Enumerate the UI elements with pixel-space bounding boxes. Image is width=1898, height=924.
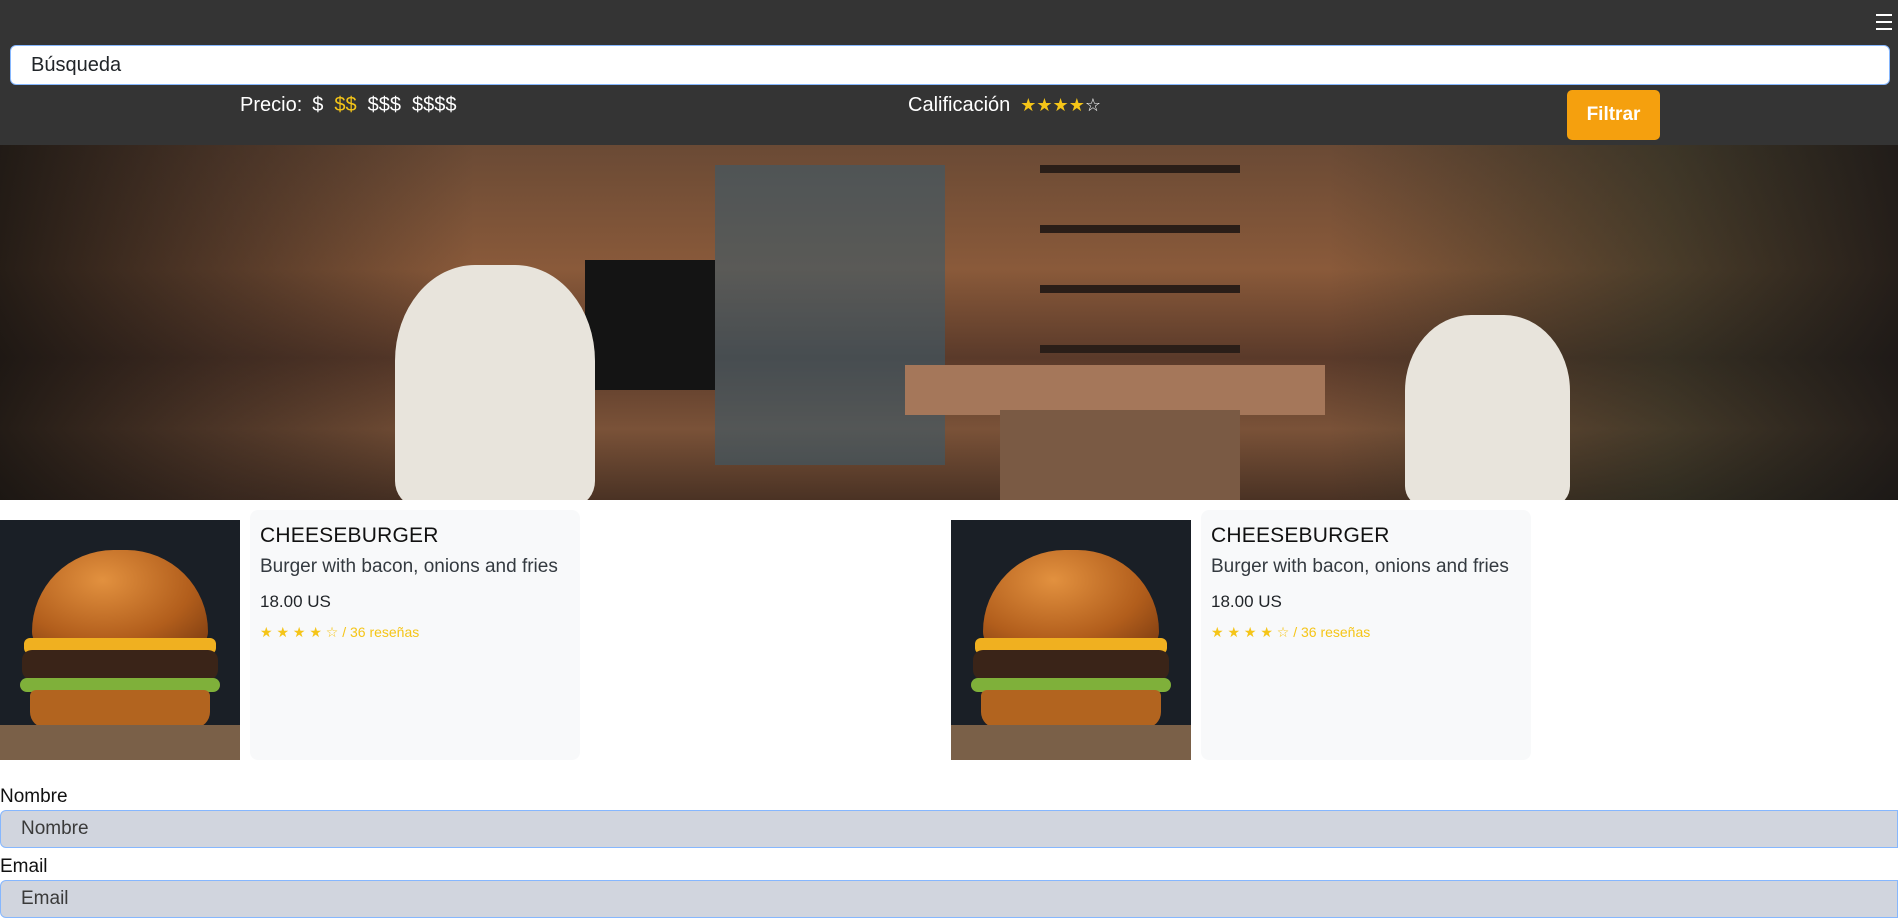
hero-banner-image — [0, 145, 1898, 500]
star-icon-3[interactable]: ★ — [1053, 95, 1069, 116]
product-title: CHEESEBURGER — [1211, 524, 1390, 547]
star-icon-4[interactable]: ★ — [1069, 95, 1085, 116]
email-label: Email — [0, 856, 48, 877]
price-label: Precio: — [240, 94, 303, 116]
email-field[interactable] — [0, 880, 1898, 918]
product-card[interactable]: CHEESEBURGER Burger with bacon, onions a… — [951, 510, 1531, 760]
price-filter: Precio: $ $$ $$$ $$$$ — [240, 94, 468, 117]
price-option-4[interactable]: $$$$ — [412, 94, 457, 117]
product-rating: ★ ★ ★ ★ ☆ / 36 reseñas — [260, 624, 420, 640]
price-option-1[interactable]: $ — [312, 94, 323, 117]
product-description: Burger with bacon, onions and fries — [260, 556, 558, 577]
rating-label: Calificación — [908, 94, 1011, 116]
product-card-body: CHEESEBURGER Burger with bacon, onions a… — [250, 510, 580, 760]
product-card[interactable]: CHEESEBURGER Burger with bacon, onions a… — [0, 510, 580, 760]
product-price: 18.00 US — [1211, 592, 1282, 611]
star-icon-2[interactable]: ★ — [1036, 95, 1052, 116]
product-price: 18.00 US — [260, 592, 331, 611]
contact-form: Nombre Email — [0, 784, 1898, 924]
name-label: Nombre — [0, 786, 68, 807]
product-description: Burger with bacon, onions and fries — [1211, 556, 1509, 577]
product-title: CHEESEBURGER — [260, 524, 439, 547]
price-option-2[interactable]: $$ — [334, 94, 356, 117]
product-rating: ★ ★ ★ ★ ☆ / 36 reseñas — [1211, 624, 1371, 640]
hamburger-menu-icon[interactable] — [1876, 14, 1892, 30]
product-image — [951, 520, 1191, 760]
rating-stars: ★ ★ ★ ★ ☆ — [1020, 95, 1101, 116]
star-icon-5[interactable]: ☆ — [1085, 95, 1101, 116]
product-card-body: CHEESEBURGER Burger with bacon, onions a… — [1201, 510, 1531, 760]
filter-button[interactable]: Filtrar — [1567, 90, 1660, 140]
product-list: CHEESEBURGER Burger with bacon, onions a… — [0, 510, 1898, 760]
rating-filter: Calificación ★ ★ ★ ★ ☆ — [908, 94, 1101, 117]
top-navbar: Precio: $ $$ $$$ $$$$ Calificación ★ ★ ★… — [0, 0, 1898, 145]
star-icon-1[interactable]: ★ — [1020, 95, 1036, 116]
search-input[interactable] — [10, 45, 1890, 85]
product-image — [0, 520, 240, 760]
name-field[interactable] — [0, 810, 1898, 848]
price-option-3[interactable]: $$$ — [368, 94, 401, 117]
